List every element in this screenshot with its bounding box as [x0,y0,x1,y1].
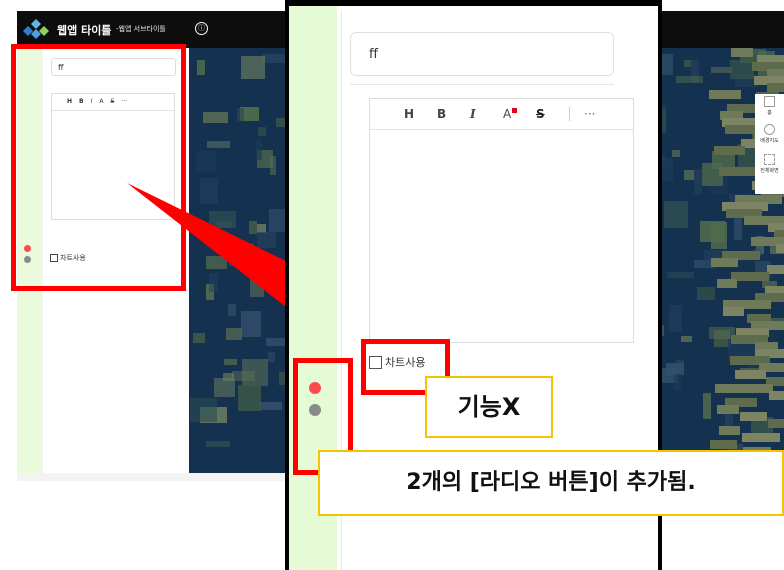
more-button[interactable]: ··· [584,107,617,121]
zoom-title-input[interactable]: ff [350,32,614,76]
bold-button[interactable]: B [437,107,470,121]
zoom-text-editor[interactable]: H B I A S ··· [369,98,634,343]
callout-feature-x: 기능X [425,376,553,438]
font-color-glyph: A [503,107,512,121]
font-color-swatch [512,108,517,113]
strikethrough-button[interactable]: S [536,107,569,121]
zoom-editor-toolbar: H B I A S ··· [370,99,633,130]
heading-button[interactable]: H [404,107,437,121]
divider [350,84,614,85]
callout-radio-added: 2개의 [라디오 버튼]이 추가됨. [318,450,784,516]
italic-button[interactable]: I [470,107,503,121]
font-color-button[interactable]: A [503,107,536,121]
toolbar-separator [569,107,570,121]
